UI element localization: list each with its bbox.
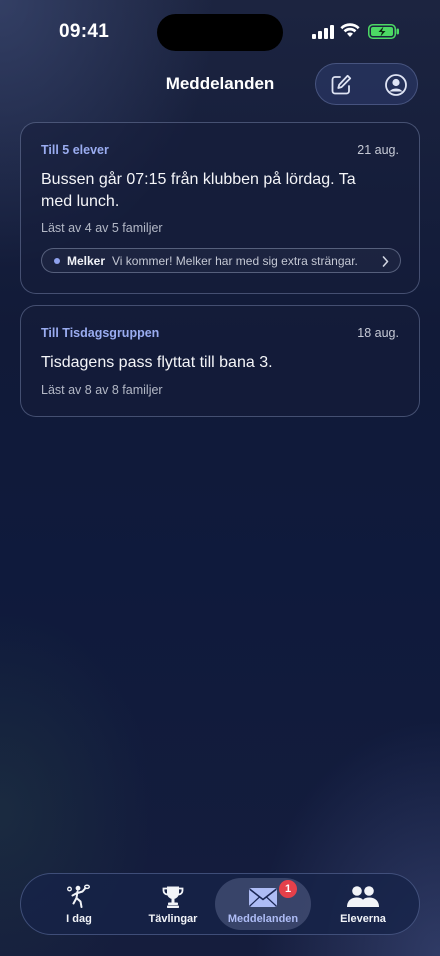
message-card[interactable]: Till Tisdagsgruppen 18 aug. Tisdagens pa… bbox=[20, 305, 420, 417]
tab-label: I dag bbox=[66, 913, 92, 925]
status-time: 09:41 bbox=[59, 21, 110, 42]
message-card[interactable]: Till 5 elever 21 aug. Bussen går 07:15 f… bbox=[20, 122, 420, 294]
message-date: 18 aug. bbox=[357, 326, 399, 340]
tab-students[interactable]: Eleverna bbox=[315, 878, 411, 930]
chevron-right-icon bbox=[382, 256, 389, 267]
unread-badge: 1 bbox=[279, 880, 297, 898]
compose-button[interactable] bbox=[328, 72, 354, 98]
dynamic-island bbox=[157, 14, 283, 51]
message-date: 21 aug. bbox=[357, 143, 399, 157]
people-icon bbox=[347, 886, 379, 907]
reply-text: Vi kommer! Melker har med sig extra strä… bbox=[112, 254, 358, 268]
message-recipient: Till Tisdagsgruppen bbox=[41, 326, 160, 340]
profile-icon bbox=[385, 74, 407, 96]
read-status: Läst av 4 av 5 familjer bbox=[41, 221, 163, 235]
message-body: Tisdagens pass flyttat till bana 3. bbox=[41, 354, 273, 371]
reply-preview[interactable]: Melker Vi kommer! Melker har med sig ext… bbox=[41, 248, 401, 273]
tab-today[interactable]: I dag bbox=[31, 878, 127, 930]
message-recipient: Till 5 elever bbox=[41, 143, 109, 157]
tab-label: Tävlingar bbox=[148, 913, 198, 925]
compose-icon bbox=[331, 74, 352, 95]
envelope-icon bbox=[249, 888, 277, 907]
reply-sender-name: Melker bbox=[67, 254, 106, 268]
unread-dot bbox=[54, 258, 60, 264]
tennis-player-icon bbox=[67, 884, 91, 908]
trophy-icon bbox=[162, 886, 184, 908]
tab-label: Meddelanden bbox=[227, 913, 299, 925]
tab-messages[interactable]: 1 Meddelanden bbox=[215, 878, 311, 930]
message-body: Bussen går 07:15 från klubben på lördag.… bbox=[41, 171, 356, 210]
tab-bar: I dag Tävlingar 1 Meddelanden Eleverna bbox=[20, 873, 420, 935]
nav-actions bbox=[315, 63, 418, 105]
tab-label: Eleverna bbox=[340, 913, 386, 925]
wifi-icon bbox=[340, 23, 360, 37]
tab-competitions[interactable]: Tävlingar bbox=[125, 878, 221, 930]
profile-button[interactable] bbox=[383, 72, 409, 98]
status-bar: 09:41 bbox=[0, 0, 440, 62]
cellular-signal-icon bbox=[312, 25, 334, 39]
read-status: Läst av 8 av 8 familjer bbox=[41, 383, 163, 397]
battery-charging-icon bbox=[368, 24, 399, 39]
